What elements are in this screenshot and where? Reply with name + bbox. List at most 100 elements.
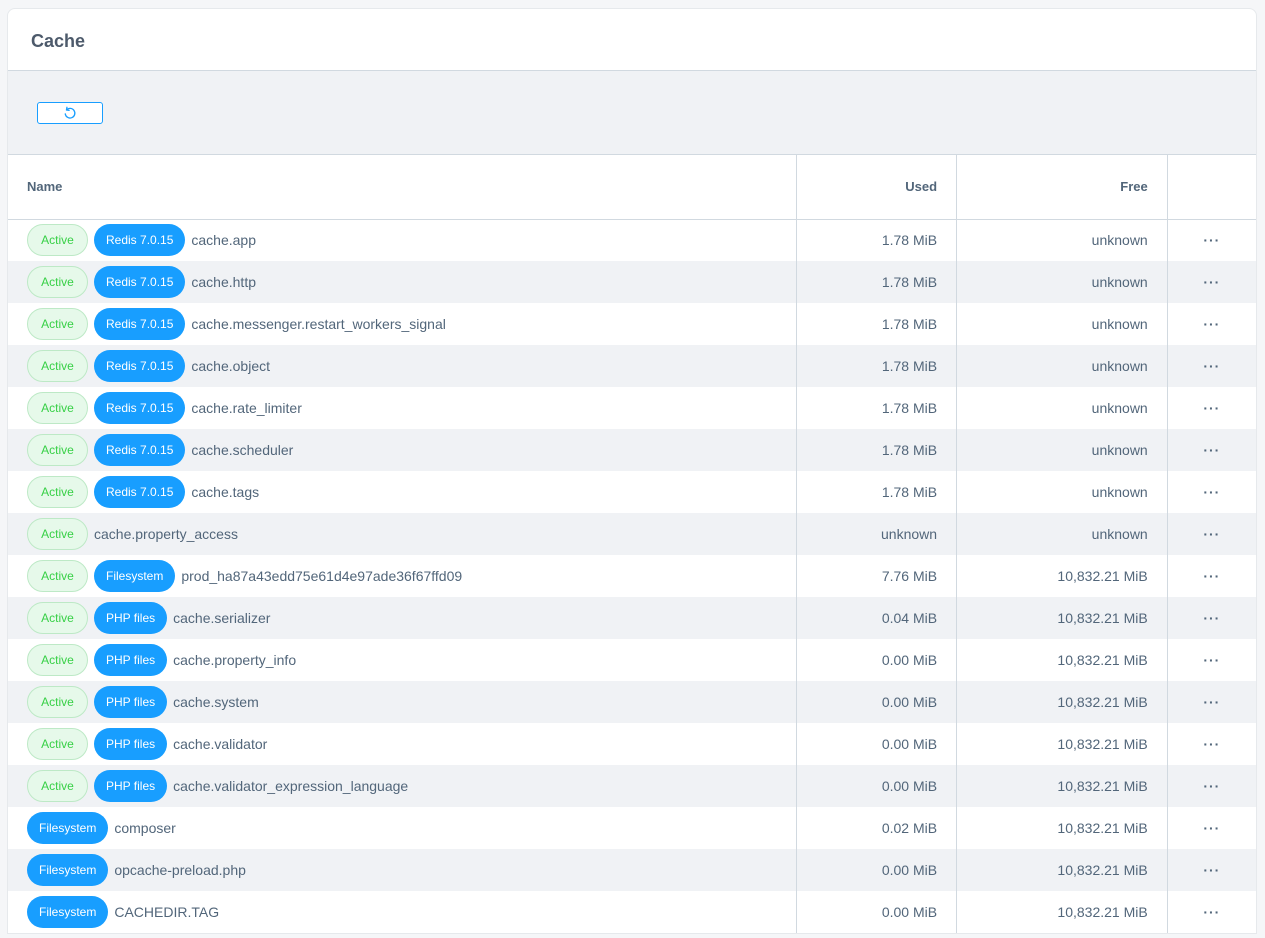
cache-name: prod_ha87a43edd75e61d4e97ade36f67ffd09 bbox=[181, 568, 463, 584]
more-actions-icon[interactable]: ··· bbox=[1203, 736, 1220, 752]
cell-actions: ··· bbox=[1167, 429, 1256, 471]
type-badge: Redis 7.0.15 bbox=[94, 434, 186, 466]
more-actions-icon[interactable]: ··· bbox=[1203, 484, 1220, 500]
column-header-free[interactable]: Free bbox=[956, 155, 1168, 220]
table-row: Active Redis 7.0.15 cache.app 1.78 MiB unkno… bbox=[8, 219, 1256, 261]
status-badge: Active bbox=[27, 686, 88, 718]
cell-free: 10,832.21 MiB bbox=[956, 597, 1168, 639]
cell-name: Filesystem CACHEDIR.TAG bbox=[8, 891, 798, 933]
cell-actions: ··· bbox=[1167, 387, 1256, 429]
table-row: Filesystem CACHEDIR.TAG 0.00 MiB 10,832.21 … bbox=[8, 891, 1256, 933]
status-badge: Active bbox=[27, 770, 88, 802]
type-badge: Filesystem bbox=[94, 560, 176, 592]
more-actions-icon[interactable]: ··· bbox=[1203, 778, 1220, 794]
more-actions-icon[interactable]: ··· bbox=[1203, 694, 1220, 710]
cell-free: 10,832.21 MiB bbox=[956, 639, 1168, 681]
cell-name: Active Redis 7.0.15 cache.tags bbox=[8, 471, 798, 513]
more-actions-icon[interactable]: ··· bbox=[1203, 316, 1220, 332]
more-actions-icon[interactable]: ··· bbox=[1203, 904, 1220, 920]
type-badge: PHP files bbox=[94, 770, 168, 802]
status-badge: Active bbox=[27, 728, 88, 760]
cell-name: Active Redis 7.0.15 cache.http bbox=[8, 261, 798, 303]
more-actions-icon[interactable]: ··· bbox=[1203, 442, 1220, 458]
status-badge: Active bbox=[27, 560, 88, 592]
cell-used: 1.78 MiB bbox=[796, 345, 958, 387]
cell-free: 10,832.21 MiB bbox=[956, 891, 1168, 933]
cell-actions: ··· bbox=[1167, 681, 1256, 723]
cell-used: 1.78 MiB bbox=[796, 219, 958, 261]
more-actions-icon[interactable]: ··· bbox=[1203, 652, 1220, 668]
cache-name: cache.system bbox=[173, 694, 259, 710]
more-actions-icon[interactable]: ··· bbox=[1203, 862, 1220, 878]
cell-actions: ··· bbox=[1167, 303, 1256, 345]
more-actions-icon[interactable]: ··· bbox=[1203, 568, 1220, 584]
more-actions-icon[interactable]: ··· bbox=[1203, 820, 1220, 836]
cell-name: Active PHP files cache.serializer bbox=[8, 597, 798, 639]
cell-free: unknown bbox=[956, 429, 1168, 471]
more-actions-icon[interactable]: ··· bbox=[1203, 232, 1220, 248]
cell-actions: ··· bbox=[1167, 555, 1256, 597]
cell-free: unknown bbox=[956, 261, 1168, 303]
more-actions-icon[interactable]: ··· bbox=[1203, 610, 1220, 626]
table-row: Active Redis 7.0.15 cache.rate_limiter 1.78… bbox=[8, 387, 1256, 429]
cell-free: unknown bbox=[956, 219, 1168, 261]
more-actions-icon[interactable]: ··· bbox=[1203, 400, 1220, 416]
cell-free: 10,832.21 MiB bbox=[956, 849, 1168, 891]
cell-used: 0.00 MiB bbox=[796, 681, 958, 723]
cache-name: cache.property_access bbox=[94, 526, 238, 542]
type-badge: Filesystem bbox=[27, 896, 109, 928]
more-actions-icon[interactable]: ··· bbox=[1203, 358, 1220, 374]
cache-name: CACHEDIR.TAG bbox=[114, 904, 220, 920]
status-badge: Active bbox=[27, 644, 88, 676]
cell-free: unknown bbox=[956, 303, 1168, 345]
table-row: Filesystem composer 0.02 MiB 10,832.21 MiB ·… bbox=[8, 807, 1256, 849]
cell-used: 0.02 MiB bbox=[796, 807, 958, 849]
type-badge: Redis 7.0.15 bbox=[94, 392, 186, 424]
cell-name: Active PHP files cache.validator bbox=[8, 723, 798, 765]
column-header-used[interactable]: Used bbox=[796, 155, 958, 220]
type-badge: Redis 7.0.15 bbox=[94, 224, 186, 257]
cell-name: Active Redis 7.0.15 cache.rate_limiter bbox=[8, 387, 798, 429]
cache-name: cache.app bbox=[191, 232, 256, 249]
cell-used: 1.78 MiB bbox=[796, 303, 958, 345]
table-row: Active cache.property_access unknown unknow… bbox=[8, 513, 1256, 555]
cache-name: cache.scheduler bbox=[191, 442, 294, 458]
cell-name: Filesystem opcache-preload.php bbox=[8, 849, 798, 891]
table-row: Active Redis 7.0.15 cache.http 1.78 MiB unkn… bbox=[8, 261, 1256, 303]
status-badge: Active bbox=[27, 224, 88, 257]
cell-name: Filesystem composer bbox=[8, 807, 798, 849]
toolbar bbox=[8, 71, 1256, 155]
table-row: Active Filesystem prod_ha87a43edd75e61d4e9… bbox=[8, 555, 1256, 597]
cell-name: Active PHP files cache.system bbox=[8, 681, 798, 723]
more-actions-icon[interactable]: ··· bbox=[1203, 274, 1220, 290]
table-row: Active Redis 7.0.15 cache.scheduler 1.78 Mi… bbox=[8, 429, 1256, 471]
cell-used: 0.00 MiB bbox=[796, 849, 958, 891]
cell-used: 1.78 MiB bbox=[796, 429, 958, 471]
table-row: Active PHP files cache.property_info 0.00 M… bbox=[8, 639, 1256, 681]
cell-used: 0.00 MiB bbox=[796, 639, 958, 681]
type-badge: PHP files bbox=[94, 728, 168, 760]
column-header-name[interactable]: Name bbox=[8, 155, 798, 220]
cell-free: 10,832.21 MiB bbox=[956, 765, 1168, 807]
cell-free: 10,832.21 MiB bbox=[956, 807, 1168, 849]
type-badge: Filesystem bbox=[27, 812, 109, 844]
type-badge: Filesystem bbox=[27, 854, 109, 886]
cell-free: 10,832.21 MiB bbox=[956, 723, 1168, 765]
type-badge: PHP files bbox=[94, 686, 168, 718]
cache-name: cache.validator bbox=[173, 736, 268, 752]
cell-name: Active Redis 7.0.15 cache.scheduler bbox=[8, 429, 798, 471]
more-actions-icon[interactable]: ··· bbox=[1203, 526, 1220, 542]
cell-name: Active cache.property_access bbox=[8, 513, 798, 555]
cell-free: unknown bbox=[956, 471, 1168, 513]
cache-name: cache.object bbox=[191, 358, 270, 374]
cell-free: unknown bbox=[956, 387, 1168, 429]
table-row: Active PHP files cache.validator_expressio… bbox=[8, 765, 1256, 807]
type-badge: Redis 7.0.15 bbox=[94, 266, 186, 298]
cell-actions: ··· bbox=[1167, 261, 1256, 303]
cell-actions: ··· bbox=[1167, 513, 1256, 555]
table-row: Active Redis 7.0.15 cache.messenger.restar… bbox=[8, 303, 1256, 345]
refresh-button[interactable] bbox=[37, 102, 103, 124]
cell-actions: ··· bbox=[1167, 639, 1256, 681]
status-badge: Active bbox=[27, 602, 88, 634]
cell-used: unknown bbox=[796, 513, 958, 555]
